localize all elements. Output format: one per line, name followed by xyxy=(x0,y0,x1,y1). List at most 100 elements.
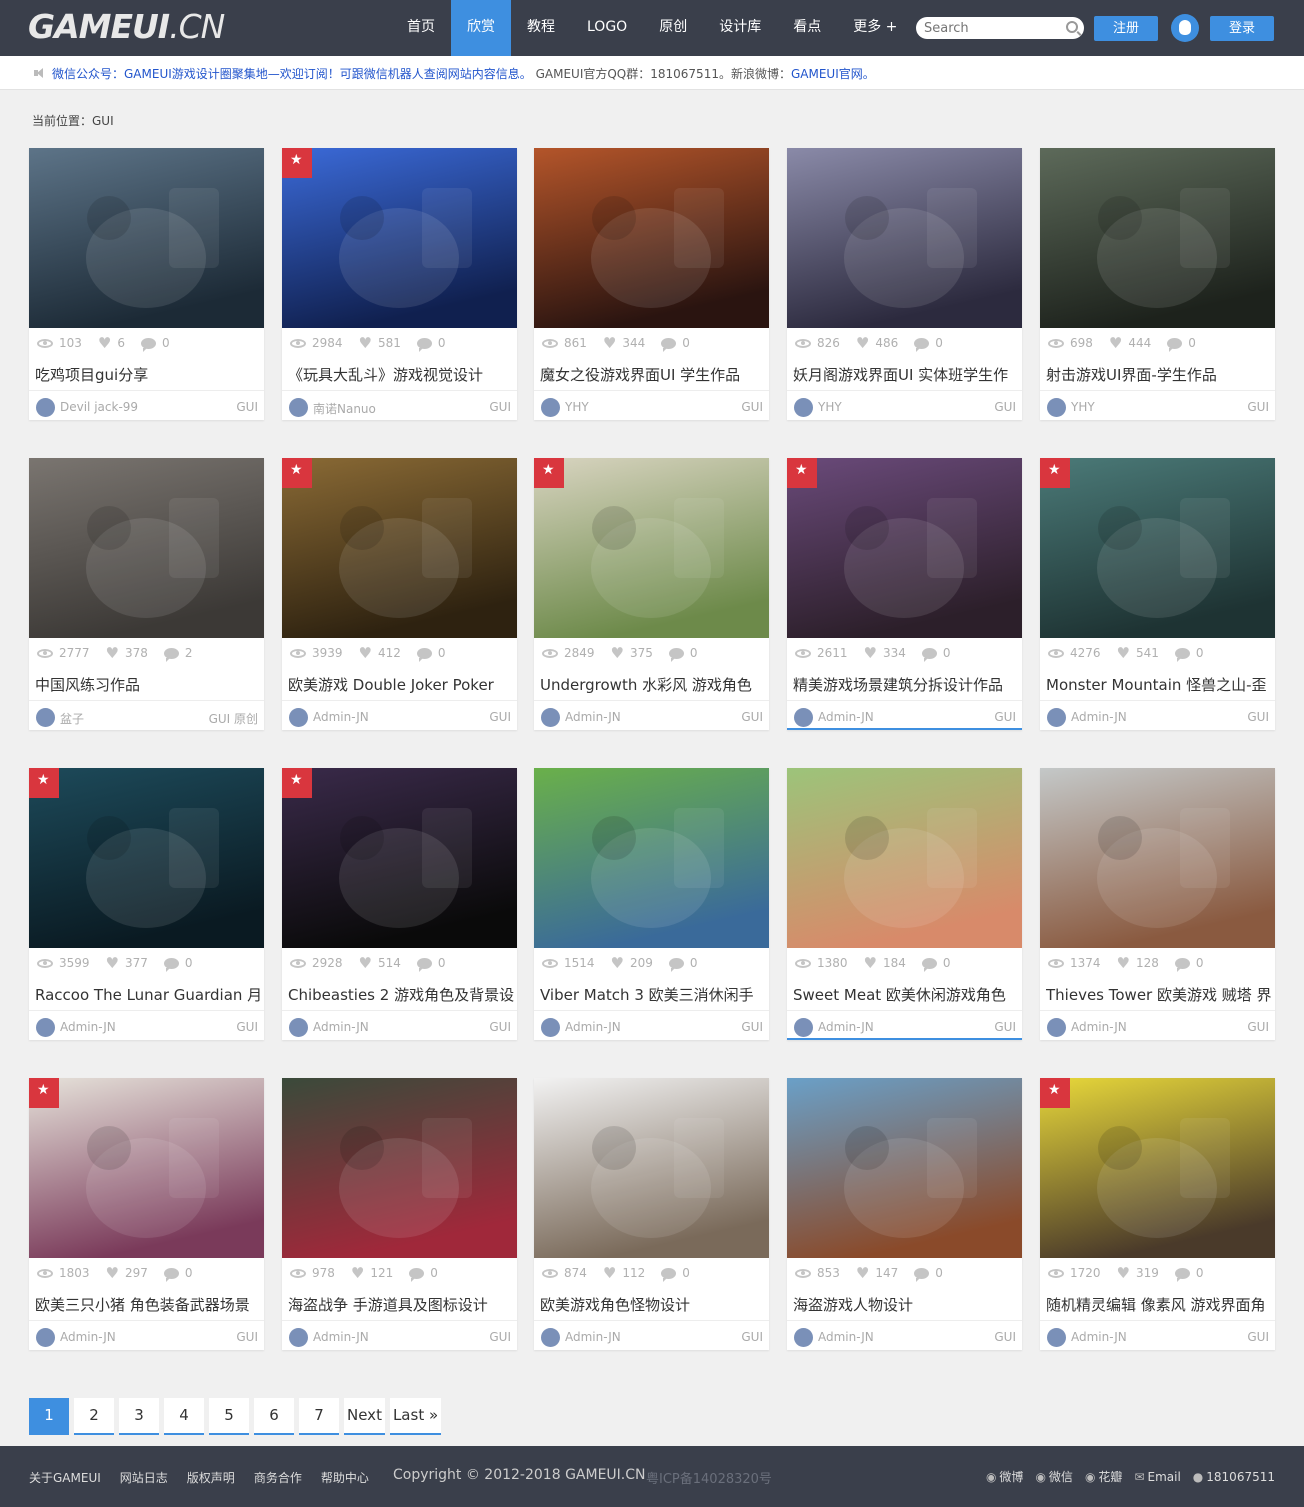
work-card[interactable]: 2984 ♥ 581 0 《玩具大乱斗》游戏视觉设计 南诺Nanuo GUI xyxy=(282,148,517,420)
footer-link[interactable]: 关于GAMEUI xyxy=(29,1469,101,1486)
work-thumbnail[interactable] xyxy=(534,458,769,638)
page-link[interactable]: 4 xyxy=(164,1398,204,1435)
work-card[interactable]: 3939 ♥ 412 0 欧美游戏 Double Joker Poker Admi… xyxy=(282,458,517,730)
comment-icon[interactable] xyxy=(163,957,179,972)
heart-icon[interactable]: ♥ xyxy=(1117,956,1130,971)
work-thumbnail[interactable] xyxy=(1040,458,1275,638)
author-name[interactable]: Admin-JN xyxy=(1071,1020,1127,1034)
work-thumbnail[interactable] xyxy=(282,148,517,328)
work-category[interactable]: GUI 原创 xyxy=(209,710,258,727)
heart-icon[interactable]: ♥ xyxy=(864,646,877,661)
work-card[interactable]: 698 ♥ 444 0 射击游戏UI界面-学生作品 YHY GUI xyxy=(1040,148,1275,420)
work-title[interactable]: 欧美三只小猪 角色装备武器场景 xyxy=(35,1294,261,1315)
comment-icon[interactable] xyxy=(914,337,930,352)
work-category[interactable]: GUI xyxy=(236,1330,258,1344)
comment-icon[interactable] xyxy=(668,647,684,662)
avatar[interactable] xyxy=(794,398,813,417)
work-category[interactable]: GUI xyxy=(489,1020,511,1034)
avatar[interactable] xyxy=(36,708,55,727)
heart-icon[interactable]: ♥ xyxy=(856,336,869,351)
work-card[interactable]: 103 ♥ 6 0 吃鸡项目gui分享 Devil jack-99 GUI xyxy=(29,148,264,420)
work-title[interactable]: 精美游戏场景建筑分拆设计作品 xyxy=(793,674,1019,695)
heart-icon[interactable]: ♥ xyxy=(1109,336,1122,351)
icp-number[interactable]: 粤ICP备14028320号 xyxy=(646,1468,772,1487)
author-name[interactable]: Admin-JN xyxy=(313,1020,369,1034)
nav-item-1[interactable]: 欣赏 xyxy=(451,0,511,56)
comment-icon[interactable] xyxy=(668,957,684,972)
search-input[interactable] xyxy=(916,17,1056,40)
qq-login-button[interactable] xyxy=(1171,14,1199,42)
work-card[interactable]: 1380 ♥ 184 0 Sweet Meat 欧美休闲游戏角色 Admin-JN… xyxy=(787,768,1022,1040)
work-thumbnail[interactable] xyxy=(1040,148,1275,328)
heart-icon[interactable]: ♥ xyxy=(359,956,372,971)
author-name[interactable]: YHY xyxy=(1071,400,1095,414)
nav-item-4[interactable]: 原创 xyxy=(643,0,703,56)
work-title[interactable]: 《玩具大乱斗》游戏视觉设计 xyxy=(288,364,514,385)
avatar[interactable] xyxy=(36,1328,55,1347)
heart-icon[interactable]: ♥ xyxy=(1117,646,1130,661)
work-title[interactable]: Viber Match 3 欧美三消休闲手 xyxy=(540,984,766,1005)
footer-link[interactable]: 帮助中心 xyxy=(321,1469,369,1486)
work-card[interactable]: 2777 ♥ 378 2 中国风练习作品 盆子 GUI 原创 xyxy=(29,458,264,730)
register-button[interactable]: 注册 xyxy=(1094,16,1158,41)
author-name[interactable]: Admin-JN xyxy=(313,1330,369,1344)
work-category[interactable]: GUI xyxy=(994,1330,1016,1344)
comment-icon[interactable] xyxy=(163,647,179,662)
page-link[interactable]: 3 xyxy=(119,1398,159,1435)
social-link[interactable]: ◉ 花瓣 xyxy=(1085,1468,1123,1485)
heart-icon[interactable]: ♥ xyxy=(611,646,624,661)
comment-icon[interactable] xyxy=(416,337,432,352)
work-card[interactable]: 826 ♥ 486 0 妖月阁游戏界面UI 实体班学生作 YHY GUI xyxy=(787,148,1022,420)
work-card[interactable]: 978 ♥ 121 0 海盗战争 手游道具及图标设计 Admin-JN GUI xyxy=(282,1078,517,1350)
heart-icon[interactable]: ♥ xyxy=(856,1266,869,1281)
avatar[interactable] xyxy=(794,1328,813,1347)
avatar[interactable] xyxy=(1047,1018,1066,1037)
work-category[interactable]: GUI xyxy=(1247,710,1269,724)
social-link[interactable]: ✉ Email xyxy=(1134,1468,1180,1485)
weibo-link[interactable]: GAMEUI官网。 xyxy=(791,67,875,81)
work-title[interactable]: Thieves Tower 欧美游戏 贼塔 界 xyxy=(1046,984,1272,1005)
work-category[interactable]: GUI xyxy=(741,1330,763,1344)
work-category[interactable]: GUI xyxy=(994,400,1016,414)
page-link[interactable]: 2 xyxy=(74,1398,114,1435)
work-category[interactable]: GUI xyxy=(236,400,258,414)
author-name[interactable]: Admin-JN xyxy=(565,1330,621,1344)
work-title[interactable]: 欧美游戏 Double Joker Poker xyxy=(288,674,514,695)
nav-item-6[interactable]: 看点 xyxy=(777,0,837,56)
page-link[interactable]: Next xyxy=(344,1398,385,1435)
avatar[interactable] xyxy=(1047,1328,1066,1347)
heart-icon[interactable]: ♥ xyxy=(611,956,624,971)
heart-icon[interactable]: ♥ xyxy=(351,1266,364,1281)
heart-icon[interactable]: ♥ xyxy=(603,336,616,351)
work-thumbnail[interactable] xyxy=(1040,1078,1275,1258)
avatar[interactable] xyxy=(794,708,813,727)
heart-icon[interactable]: ♥ xyxy=(106,646,119,661)
comment-icon[interactable] xyxy=(1174,1267,1190,1282)
work-title[interactable]: 欧美游戏角色怪物设计 xyxy=(540,1294,766,1315)
work-card[interactable]: 1374 ♥ 128 0 Thieves Tower 欧美游戏 贼塔 界 Admi… xyxy=(1040,768,1275,1040)
work-thumbnail[interactable] xyxy=(787,1078,1022,1258)
site-logo[interactable]: GAMEUI.CN xyxy=(28,7,225,47)
work-thumbnail[interactable] xyxy=(534,1078,769,1258)
comment-icon[interactable] xyxy=(163,1267,179,1282)
heart-icon[interactable]: ♥ xyxy=(106,956,119,971)
avatar[interactable] xyxy=(541,708,560,727)
author-name[interactable]: Devil jack-99 xyxy=(60,400,138,414)
avatar[interactable] xyxy=(1047,398,1066,417)
comment-icon[interactable] xyxy=(1174,957,1190,972)
work-thumbnail[interactable] xyxy=(29,768,264,948)
work-thumbnail[interactable] xyxy=(282,768,517,948)
avatar[interactable] xyxy=(36,398,55,417)
heart-icon[interactable]: ♥ xyxy=(106,1266,119,1281)
work-category[interactable]: GUI xyxy=(236,1020,258,1034)
work-thumbnail[interactable] xyxy=(282,458,517,638)
author-name[interactable]: Admin-JN xyxy=(818,1330,874,1344)
author-name[interactable]: YHY xyxy=(818,400,842,414)
author-name[interactable]: Admin-JN xyxy=(818,1020,874,1034)
work-card[interactable]: 4276 ♥ 541 0 Monster Mountain 怪兽之山-歪 Admi… xyxy=(1040,458,1275,730)
work-thumbnail[interactable] xyxy=(1040,768,1275,948)
author-name[interactable]: Admin-JN xyxy=(818,710,874,724)
social-link[interactable]: ◉ 微博 xyxy=(986,1468,1024,1485)
work-category[interactable]: GUI xyxy=(1247,400,1269,414)
work-category[interactable]: GUI xyxy=(741,710,763,724)
